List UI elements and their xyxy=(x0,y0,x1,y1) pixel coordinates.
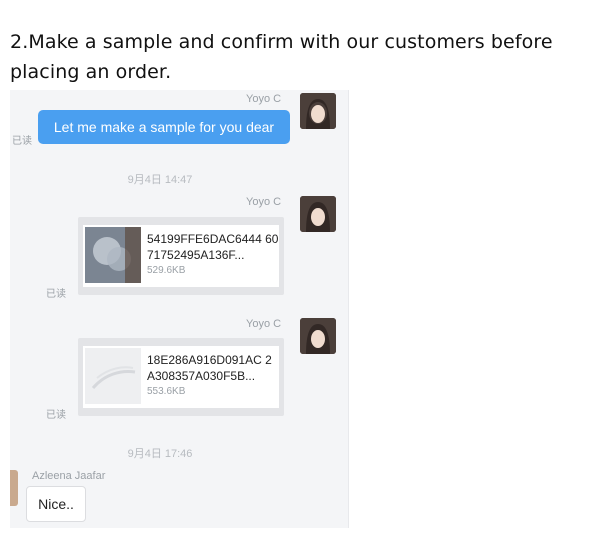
file-size: 553.6KB xyxy=(147,386,186,397)
avatar[interactable] xyxy=(300,318,336,354)
chat-panel: Yoyo C Let me make a sample for you dear… xyxy=(10,90,349,528)
avatar-photo-icon xyxy=(300,93,336,129)
avatar[interactable] xyxy=(300,196,336,232)
page-title: 2.Make a sample and confirm with our cus… xyxy=(10,31,553,83)
avatar[interactable] xyxy=(300,93,336,129)
file-size: 529.6KB xyxy=(147,265,186,276)
sender-name: Yoyo C xyxy=(246,93,282,105)
message-text: Nice.. xyxy=(38,496,74,512)
message-text: Let me make a sample for you dear xyxy=(53,119,275,135)
avatar-photo-icon xyxy=(300,196,336,232)
file-name: 18E286A916D091AC 2A308357A030F5B... xyxy=(147,353,272,383)
timestamp: 9月4日 14:47 xyxy=(127,174,193,186)
sender-name: Yoyo C xyxy=(246,196,282,208)
file-message-card[interactable]: 18E286A916D091AC 2A308357A030F5B... 553.… xyxy=(78,338,284,416)
file-message-card[interactable]: 54199FFE6DAC6444 6071752495A136F... 529.… xyxy=(78,217,284,295)
image-thumbnail-icon xyxy=(85,348,141,404)
read-status: 已读 xyxy=(46,289,66,300)
avatar-photo-icon xyxy=(300,318,336,354)
file-attachment[interactable]: 18E286A916D091AC 2A308357A030F5B... 553.… xyxy=(83,346,279,408)
file-attachment[interactable]: 54199FFE6DAC6444 6071752495A136F... 529.… xyxy=(83,225,279,287)
contact-avatar[interactable] xyxy=(10,470,18,506)
read-status: 已读 xyxy=(46,410,66,421)
timestamp: 9月4日 17:46 xyxy=(127,448,193,460)
sender-name: Yoyo C xyxy=(246,318,282,330)
sender-name: Azleena Jaafar xyxy=(32,470,106,482)
outgoing-message-bubble[interactable]: Let me make a sample for you dear xyxy=(38,110,290,144)
incoming-message-bubble[interactable]: Nice.. xyxy=(26,486,86,522)
image-thumbnail-icon xyxy=(85,227,141,283)
file-name: 54199FFE6DAC6444 6071752495A136F... xyxy=(147,232,279,262)
read-status: 已读 xyxy=(12,136,32,147)
